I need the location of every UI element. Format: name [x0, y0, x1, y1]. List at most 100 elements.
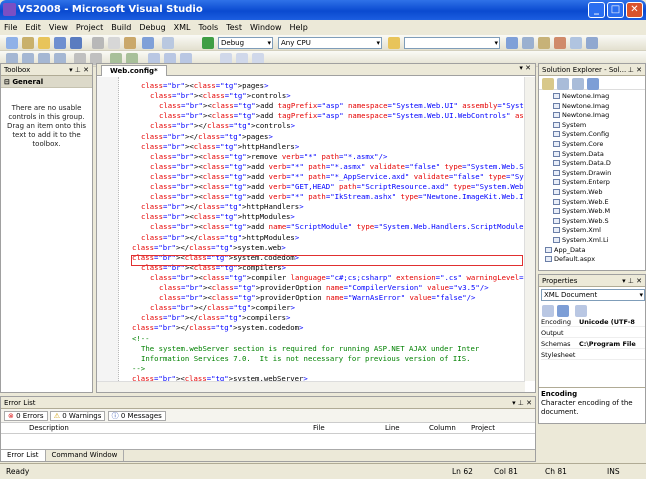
menu-item-tools[interactable]: Tools: [195, 20, 223, 35]
tree-item[interactable]: System: [553, 121, 586, 130]
refresh-icon[interactable]: [572, 78, 584, 90]
find-in-files-icon[interactable]: [388, 37, 400, 49]
tree-item[interactable]: System.Web.S: [553, 217, 609, 226]
start-debugging-icon[interactable]: [202, 37, 214, 49]
show-all-files-icon[interactable]: [557, 78, 569, 90]
warnings-count: 0 Warnings: [62, 412, 102, 420]
tree-item-label: System.Web: [562, 188, 603, 196]
property-row[interactable]: Encoding Unicode (UTF-8: [541, 317, 645, 327]
pin-icon[interactable]: ▾ ⊥ ✕: [622, 275, 642, 287]
properties-object-dropdown[interactable]: XML Document: [541, 289, 645, 301]
save-all-icon[interactable]: [70, 37, 82, 49]
menu-item-xml[interactable]: XML: [170, 20, 195, 35]
messages-filter-button[interactable]: ⓘ 0 Messages: [107, 411, 166, 421]
tree-item[interactable]: Newtone.Imag: [553, 102, 609, 111]
tab-error-list[interactable]: Error List: [1, 450, 46, 461]
tree-item[interactable]: Default.aspx: [545, 255, 595, 264]
paste-icon[interactable]: [124, 37, 136, 49]
menu-item-debug[interactable]: Debug: [135, 20, 169, 35]
code-line-text: class="br"><class="tg">add verb="*" path…: [150, 192, 525, 202]
pin-icon[interactable]: ▾ ⊥ ✕: [69, 64, 89, 76]
tree-item[interactable]: System.Xml.Li: [553, 236, 608, 245]
tree-item[interactable]: System.Enterp: [553, 178, 610, 187]
copy-icon[interactable]: [108, 37, 120, 49]
close-document-icon[interactable]: ▾ ✕: [519, 64, 531, 72]
visual-studio-icon: [3, 3, 16, 16]
tree-item[interactable]: System.Config: [553, 130, 609, 139]
minimize-button[interactable]: _: [588, 2, 605, 18]
code-line-text: -->: [132, 363, 146, 373]
toolbox-icon[interactable]: [554, 37, 566, 49]
code-area[interactable]: class="br"><class="tg">pages> class="br">…: [97, 77, 525, 381]
properties-icon[interactable]: [542, 78, 554, 90]
new-project-icon[interactable]: [6, 37, 18, 49]
vertical-scrollbar[interactable]: [524, 77, 535, 381]
tab-web-config[interactable]: Web.config*: [101, 65, 167, 76]
close-button[interactable]: ✕: [626, 2, 643, 18]
tree-item[interactable]: System.Core: [553, 140, 603, 149]
column-header-column[interactable]: Column: [429, 423, 456, 434]
object-browser-icon[interactable]: [538, 37, 550, 49]
maximize-button[interactable]: □: [607, 2, 624, 18]
property-pages-icon[interactable]: [575, 305, 587, 317]
window-title: VS2008 - Microsoft Visual Studio: [18, 4, 203, 15]
alphabetical-icon[interactable]: [557, 305, 569, 317]
open-icon[interactable]: [38, 37, 50, 49]
categorized-icon[interactable]: [542, 305, 554, 317]
solution-explorer-title: Solution Explorer - Sol...: [542, 66, 627, 74]
reference-icon: [553, 179, 560, 186]
property-row[interactable]: Schemas C:\Program File: [541, 339, 645, 349]
start-page-icon[interactable]: [570, 37, 582, 49]
tree-item[interactable]: System.Drawin: [553, 169, 611, 178]
menu-item-help[interactable]: Help: [286, 20, 312, 35]
menu-item-build[interactable]: Build: [107, 20, 135, 35]
property-row[interactable]: Stylesheet: [541, 350, 645, 360]
pin-icon[interactable]: ▾ ⊥ ✕: [512, 397, 532, 409]
cut-icon[interactable]: [92, 37, 104, 49]
warnings-filter-button[interactable]: ⚠ 0 Warnings: [49, 411, 106, 421]
more-windows-icon[interactable]: [586, 37, 598, 49]
menu-item-file[interactable]: File: [0, 20, 21, 35]
property-row[interactable]: Output: [541, 328, 645, 338]
column-header-description[interactable]: Description: [29, 423, 69, 434]
tree-item[interactable]: System.Web: [553, 188, 602, 197]
reference-icon: [553, 112, 560, 119]
nest-related-files-icon[interactable]: [587, 78, 599, 90]
tree-item[interactable]: System.Data.D: [553, 159, 611, 168]
tree-item[interactable]: System.Data: [553, 150, 604, 159]
toolbox-panel: Toolbox ▾ ⊥ ✕ ⊟ General There are no usab…: [0, 63, 93, 393]
menu-item-window[interactable]: Window: [246, 20, 286, 35]
find-dropdown[interactable]: [404, 37, 500, 49]
column-header-line[interactable]: Line: [385, 423, 400, 434]
menu-item-test[interactable]: Test: [222, 20, 246, 35]
tree-item[interactable]: System.Web.M: [553, 207, 610, 216]
tree-item[interactable]: Newtone.Imag: [553, 111, 609, 120]
redo-icon[interactable]: [162, 37, 174, 49]
solution-config-dropdown[interactable]: Debug: [218, 37, 273, 49]
horizontal-scrollbar[interactable]: [97, 381, 525, 392]
column-header-file[interactable]: File: [313, 423, 325, 434]
pin-icon[interactable]: ⊥ ✕: [628, 64, 642, 76]
errors-filter-button[interactable]: ⊗ 0 Errors: [4, 411, 48, 421]
undo-icon[interactable]: [142, 37, 154, 49]
menu-item-edit[interactable]: Edit: [21, 20, 45, 35]
reference-icon: [553, 121, 560, 128]
tree-item[interactable]: App_Data: [545, 246, 585, 255]
tree-item[interactable]: System.Xml: [553, 226, 601, 235]
platform-dropdown[interactable]: Any CPU: [278, 37, 382, 49]
solution-explorer-icon[interactable]: [506, 37, 518, 49]
errors-count: 0 Errors: [16, 412, 44, 420]
code-line: class="br"><class="tg">httpHandlers>: [141, 142, 299, 152]
add-item-icon[interactable]: [22, 37, 34, 49]
tree-item[interactable]: System.Web.E: [553, 198, 609, 207]
column-header-project[interactable]: Project: [471, 423, 495, 434]
save-icon[interactable]: [54, 37, 66, 49]
tree-item[interactable]: Newtone.Imag: [553, 92, 609, 101]
tree-item-label: System.Xml.Li: [562, 236, 609, 244]
tab-command-window[interactable]: Command Window: [46, 450, 125, 461]
properties-window-icon[interactable]: [522, 37, 534, 49]
toolbox-group-general[interactable]: ⊟ General: [1, 76, 92, 88]
tree-item-label: System.Web.E: [562, 197, 609, 206]
menu-item-project[interactable]: Project: [72, 20, 107, 35]
menu-item-view[interactable]: View: [45, 20, 72, 35]
